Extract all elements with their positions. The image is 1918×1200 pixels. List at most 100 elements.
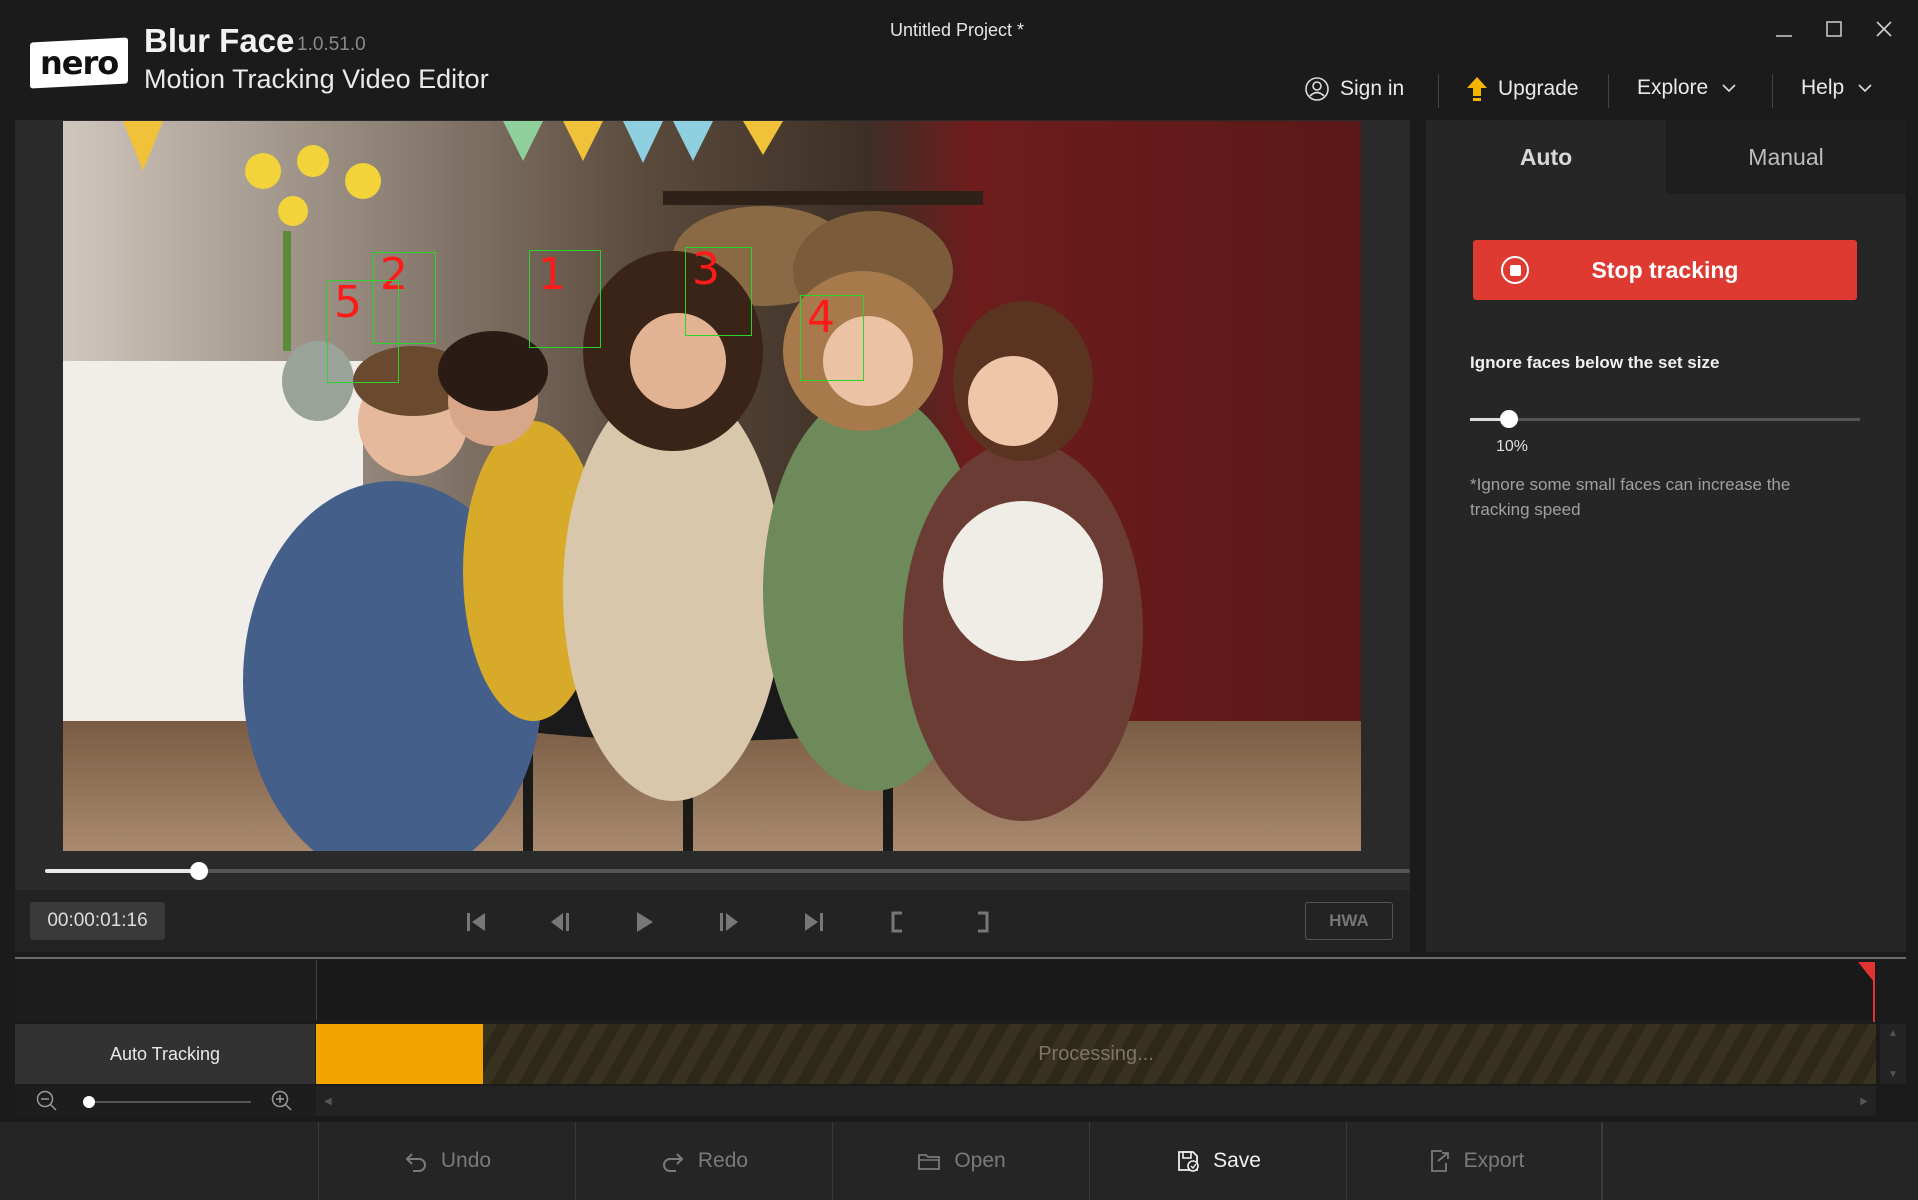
slider-handle[interactable]: [1500, 410, 1518, 428]
undo-button[interactable]: Undo: [318, 1122, 575, 1200]
open-button[interactable]: Open: [832, 1122, 1089, 1200]
tab-manual[interactable]: Manual: [1666, 120, 1906, 194]
user-icon: [1305, 77, 1329, 101]
video-scene-image: [63, 121, 1361, 851]
scrubber-fill: [45, 869, 200, 873]
previous-frame-button[interactable]: [546, 908, 574, 936]
previous-frame-icon: [551, 913, 569, 931]
face-label: 3: [692, 244, 720, 295]
zoom-slider[interactable]: [83, 1096, 251, 1108]
timeline-horizontal-scrollbar[interactable]: ◀ ▶: [316, 1086, 1876, 1116]
open-label: Open: [954, 1149, 1006, 1172]
explore-label: Explore: [1637, 76, 1709, 99]
chevron-down-icon: [1722, 84, 1736, 93]
stop-icon: [1501, 256, 1529, 284]
title-bar: nero Blur Face 1.0.51.0 Motion Tracking …: [0, 0, 1918, 118]
ignore-hint-text: *Ignore some small faces can increase th…: [1470, 475, 1791, 519]
minimize-icon: [1776, 35, 1792, 37]
mark-in-button[interactable]: [884, 908, 912, 936]
undo-label: Undo: [440, 1149, 492, 1172]
upgrade-label: Upgrade: [1498, 77, 1579, 100]
mode-tabs: Auto Manual: [1426, 120, 1906, 194]
help-label: Help: [1801, 76, 1845, 99]
export-icon: [1430, 1150, 1449, 1172]
tracking-side-panel: Auto Manual Stop tracking Ignore faces b…: [1426, 120, 1906, 952]
nero-logo: nero: [30, 37, 128, 89]
face-label: 1: [538, 249, 566, 300]
mark-out-button[interactable]: [968, 908, 996, 936]
processing-text: Processing...: [1038, 1042, 1154, 1065]
scroll-down-icon[interactable]: ▼: [1888, 1069, 1898, 1080]
timeline-zoom: [15, 1086, 315, 1116]
playhead-marker[interactable]: [1858, 962, 1874, 982]
close-icon: [1876, 21, 1892, 37]
next-frame-icon: [720, 913, 738, 931]
play-button[interactable]: [630, 908, 658, 936]
minimize-button[interactable]: [1766, 14, 1802, 44]
face-size-slider[interactable]: [1470, 410, 1860, 428]
menu-divider: [1608, 74, 1609, 108]
face-label: 4: [807, 292, 835, 343]
close-button[interactable]: [1866, 14, 1902, 44]
ignore-faces-label: Ignore faces below the set size: [1470, 353, 1720, 372]
timecode-display: 00:00:01:16: [30, 902, 165, 940]
timeline-header-left: [15, 960, 315, 1020]
redo-button[interactable]: Redo: [575, 1122, 832, 1200]
slider-value: 10%: [1496, 438, 1529, 455]
upgrade-arrow-icon: [1467, 77, 1487, 101]
stop-tracking-button[interactable]: Stop tracking: [1473, 240, 1857, 300]
face-label: 5: [334, 277, 362, 328]
tab-auto[interactable]: Auto: [1426, 120, 1666, 194]
upgrade-button[interactable]: Upgrade: [1466, 76, 1579, 102]
export-button[interactable]: Export: [1346, 1122, 1603, 1200]
menu-divider: [1438, 74, 1439, 108]
toolbar-divider: [1601, 1122, 1603, 1200]
menu-divider: [1772, 74, 1773, 108]
tracking-track[interactable]: Processing...: [316, 1024, 1876, 1084]
explore-menu[interactable]: Explore: [1637, 76, 1740, 100]
bottom-toolbar: Undo Redo Open Save Export: [0, 1122, 1918, 1200]
timeline-vertical-scrollbar[interactable]: ▲ ▼: [1880, 1024, 1906, 1084]
skip-to-start-icon: [467, 913, 485, 931]
scroll-up-icon[interactable]: ▲: [1888, 1028, 1898, 1039]
redo-label: Redo: [697, 1149, 749, 1172]
skip-to-end-button[interactable]: [800, 908, 828, 936]
chevron-down-icon: [1858, 84, 1872, 93]
face-box-5[interactable]: 5: [327, 280, 399, 383]
playback-controls: 00:00:01:16 HWA: [15, 890, 1410, 952]
face-box-3[interactable]: 3: [685, 247, 752, 336]
folder-icon: [918, 1154, 941, 1170]
sign-in-label: Sign in: [1340, 77, 1405, 100]
logo-text: nero: [39, 44, 119, 82]
playhead-line: [1873, 962, 1875, 1022]
undo-icon: [405, 1153, 426, 1172]
skip-to-end-icon: [805, 913, 823, 931]
app-version: 1.0.51.0: [297, 34, 366, 55]
timeline-ruler[interactable]: [316, 960, 1876, 1020]
play-icon: [637, 912, 653, 932]
save-button[interactable]: Save: [1089, 1122, 1346, 1200]
zoom-out-icon[interactable]: [35, 1089, 59, 1113]
zoom-handle[interactable]: [83, 1096, 96, 1108]
track-label: Auto Tracking: [15, 1024, 315, 1084]
maximize-button[interactable]: [1816, 14, 1852, 44]
playback-scrubber[interactable]: [45, 862, 1410, 880]
mark-in-icon: [891, 911, 902, 933]
scrubber-handle[interactable]: [190, 862, 209, 880]
face-box-1[interactable]: 1: [529, 250, 601, 348]
sign-in-button[interactable]: Sign in: [1304, 76, 1404, 102]
maximize-icon: [1826, 21, 1842, 37]
project-title: Untitled Project *: [890, 20, 1025, 40]
export-label: Export: [1463, 1149, 1525, 1172]
next-frame-button[interactable]: [715, 908, 743, 936]
hwa-button[interactable]: HWA: [1305, 902, 1393, 940]
scroll-right-icon[interactable]: ▶: [1860, 1096, 1868, 1107]
stop-tracking-label: Stop tracking: [1591, 256, 1739, 283]
zoom-in-icon[interactable]: [270, 1089, 294, 1113]
app-subtitle: Motion Tracking Video Editor: [144, 64, 489, 94]
face-box-4[interactable]: 4: [800, 295, 864, 381]
scroll-left-icon[interactable]: ◀: [324, 1096, 332, 1107]
video-frame[interactable]: 1 2 3 4 5: [63, 121, 1361, 851]
help-menu[interactable]: Help: [1801, 76, 1876, 100]
skip-to-start-button[interactable]: [462, 908, 490, 936]
